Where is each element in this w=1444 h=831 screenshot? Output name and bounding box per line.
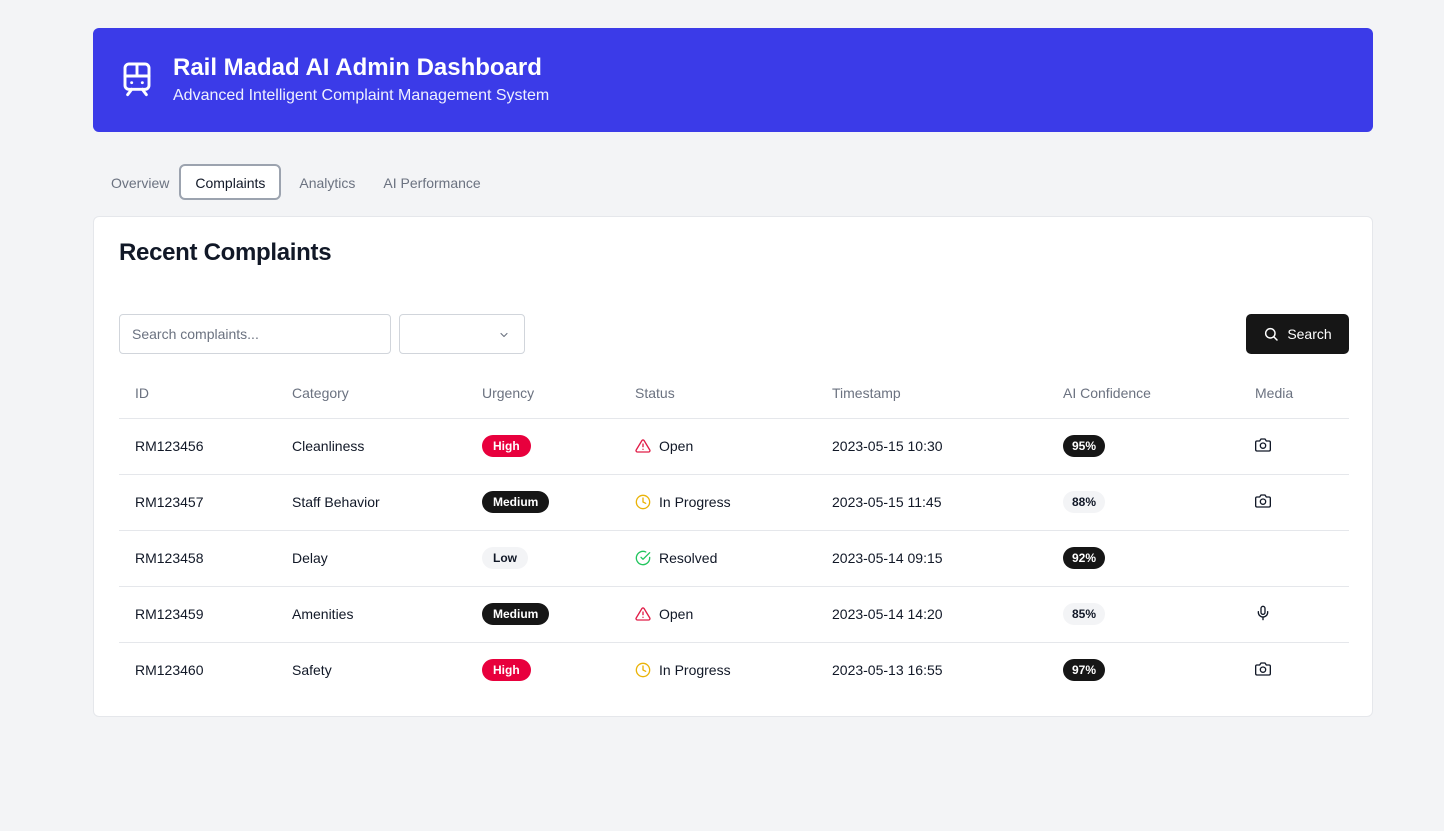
status-label: Open <box>659 438 694 454</box>
camera-icon[interactable] <box>1255 661 1271 677</box>
urgency-badge: High <box>482 659 531 681</box>
ai-confidence-badge: 97% <box>1063 659 1106 681</box>
complaint-category: Staff Behavior <box>276 474 466 531</box>
complaint-timestamp: 2023-05-14 14:20 <box>816 586 1047 643</box>
column-header-status: Status <box>619 369 816 419</box>
urgency-badge: High <box>482 435 531 457</box>
complaint-id: RM123459 <box>119 586 276 643</box>
tab-analytics[interactable]: Analytics <box>281 164 373 200</box>
urgency-badge: Low <box>482 547 528 569</box>
table-row[interactable]: RM123458 Delay Low Resolved 2023-05-14 09:15… <box>119 530 1349 587</box>
tab-bar: Overview Complaints Analytics AI Perform… <box>93 162 491 202</box>
status-label: In Progress <box>659 662 731 678</box>
ai-confidence-badge: 95% <box>1063 435 1106 457</box>
page-subtitle: Advanced Intelligent Complaint Managemen… <box>173 87 550 104</box>
status-label: In Progress <box>659 494 731 510</box>
complaints-table: ID Category Urgency Status Timestamp AI … <box>119 369 1349 698</box>
table-row[interactable]: RM123457 Staff Behavior Medium In Progress 2… <box>119 474 1349 531</box>
check-circle-icon <box>635 550 651 566</box>
complaint-category: Amenities <box>276 586 466 643</box>
complaint-category: Delay <box>276 530 466 587</box>
column-header-id: ID <box>119 369 276 419</box>
complaint-timestamp: 2023-05-14 09:15 <box>816 530 1047 587</box>
tab-ai-performance[interactable]: AI Performance <box>365 164 498 200</box>
urgency-badge: Medium <box>482 603 550 625</box>
table-row[interactable]: RM123460 Safety High In Progress 2023-05-13 … <box>119 642 1349 698</box>
microphone-icon[interactable] <box>1255 605 1271 621</box>
column-header-media: Media <box>1239 369 1349 419</box>
camera-icon[interactable] <box>1255 437 1271 453</box>
complaint-category: Cleanliness <box>276 418 466 475</box>
ai-confidence-badge: 88% <box>1063 491 1106 513</box>
table-row[interactable]: RM123459 Amenities Medium Open 2023-05-14 14… <box>119 586 1349 643</box>
clock-icon <box>635 494 651 510</box>
complaint-timestamp: 2023-05-15 10:30 <box>816 418 1047 475</box>
search-button-label: Search <box>1287 326 1332 342</box>
chevron-down-icon <box>498 328 510 346</box>
search-input[interactable] <box>119 314 391 354</box>
filter-select[interactable] <box>399 314 525 354</box>
table-row[interactable]: RM123456 Cleanliness High Open 2023-05-15 10… <box>119 418 1349 475</box>
status-label: Resolved <box>659 550 718 566</box>
warning-triangle-icon <box>635 606 651 622</box>
complaint-id: RM123460 <box>135 662 204 678</box>
page-title: Rail Madad AI Admin Dashboard <box>173 54 542 81</box>
tab-complaints[interactable]: Complaints <box>179 164 282 200</box>
column-header-category: Category <box>276 369 466 419</box>
complaint-category: Safety <box>292 662 332 678</box>
clock-icon <box>635 662 651 678</box>
complaint-id: RM123458 <box>119 530 276 587</box>
ai-confidence-badge: 85% <box>1063 603 1106 625</box>
search-icon <box>1263 326 1279 342</box>
column-header-ai-confidence: AI Confidence <box>1047 369 1239 419</box>
complaint-id: RM123457 <box>119 474 276 531</box>
column-header-urgency: Urgency <box>466 369 619 419</box>
warning-triangle-icon <box>635 438 651 454</box>
table-header-row: ID Category Urgency Status Timestamp AI … <box>119 369 1349 419</box>
complaint-id: RM123456 <box>119 418 276 475</box>
column-header-timestamp: Timestamp <box>816 369 1047 419</box>
dashboard-header: Rail Madad AI Admin Dashboard Advanced I… <box>93 28 1373 132</box>
card-title: Recent Complaints <box>119 239 332 266</box>
train-icon <box>121 60 153 100</box>
complaints-card: Recent Complaints Search ID Category Urg… <box>93 216 1373 717</box>
ai-confidence-badge: 92% <box>1063 547 1106 569</box>
search-button[interactable]: Search <box>1246 314 1349 354</box>
complaint-timestamp: 2023-05-13 16:55 <box>832 662 943 678</box>
camera-icon[interactable] <box>1255 493 1271 509</box>
status-label: Open <box>659 606 694 622</box>
tab-overview[interactable]: Overview <box>93 164 187 200</box>
complaint-timestamp: 2023-05-15 11:45 <box>816 474 1047 531</box>
urgency-badge: Medium <box>482 491 550 513</box>
